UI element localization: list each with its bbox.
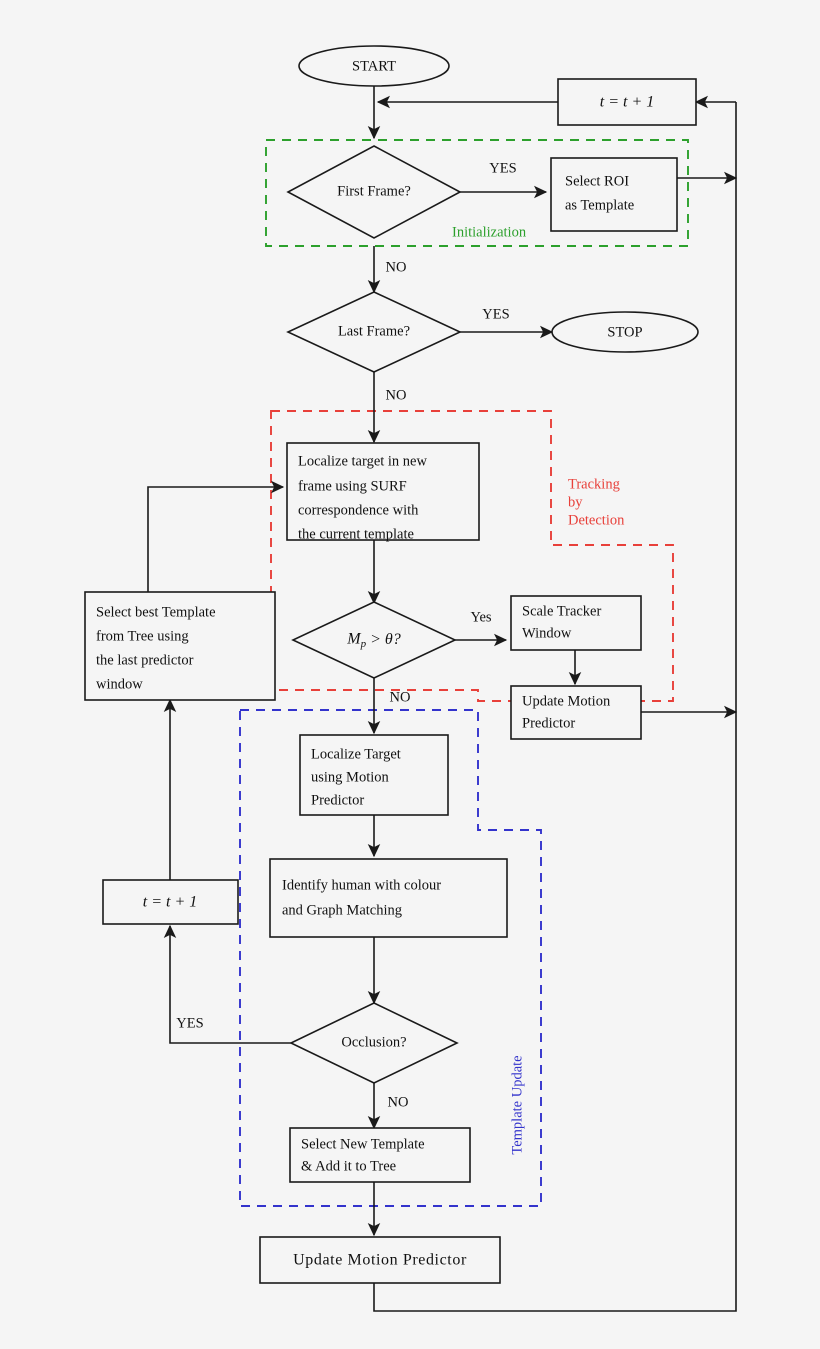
node-localize-surf-line3: correspondence with xyxy=(298,502,419,518)
node-select-best-template-line2: from Tree using xyxy=(96,628,189,644)
node-first-frame-label: First Frame? xyxy=(337,183,411,199)
node-localize-motion-line3: Predictor xyxy=(311,792,364,808)
node-select-roi-line2: as Template xyxy=(565,197,634,213)
node-localize-motion-line1: Localize Target xyxy=(311,746,401,762)
node-select-best-template-line3: the last predictor xyxy=(96,652,194,668)
node-select-new-template-line2: & Add it to Tree xyxy=(301,1158,396,1174)
node-t-increment-bottom-label: t = t + 1 xyxy=(143,894,197,911)
node-select-roi[interactable] xyxy=(550,157,678,232)
node-localize-motion-line2: using Motion xyxy=(311,769,389,785)
group-tracking-label-line1: Tracking xyxy=(568,476,620,492)
node-scale-tracker-line1: Scale Tracker xyxy=(522,603,601,619)
node-localize-surf-line4: the current template xyxy=(298,526,414,542)
group-tracking-label-line2: by xyxy=(568,494,583,510)
node-t-increment-top-label: t = t + 1 xyxy=(600,94,654,111)
node-start-label: START xyxy=(352,58,396,74)
node-update-motion-predictor-bottom-label: Update Motion Predictor xyxy=(293,1252,467,1269)
node-scale-tracker-line2: Window xyxy=(522,625,572,641)
edge-label-first-frame-no: NO xyxy=(386,259,407,275)
flowchart-svg: Initialization Tracking by Detection Tem… xyxy=(84,45,738,1312)
group-tracking-label-line3: Detection xyxy=(568,512,625,528)
node-update-motion-predictor-right-line1: Update Motion xyxy=(522,693,611,709)
edge-label-last-frame-no: NO xyxy=(386,387,407,403)
node-localize-surf-line1: Localize target in new xyxy=(298,453,427,469)
group-template-update-label: Template Update xyxy=(509,1055,525,1154)
node-occlusion-label: Occlusion? xyxy=(341,1034,406,1050)
edge-label-last-frame-yes: YES xyxy=(482,306,509,322)
edge-label-first-frame-yes: YES xyxy=(489,160,516,176)
group-initialization-label: Initialization xyxy=(452,224,527,240)
node-localize-surf-line2: frame using SURF xyxy=(298,478,407,494)
node-identify-human-line2: and Graph Matching xyxy=(282,902,402,918)
node-select-new-template-line1: Select New Template xyxy=(301,1136,425,1152)
node-identify-human-line1: Identify human with colour xyxy=(282,877,441,893)
edge-label-occlusion-no: NO xyxy=(388,1094,409,1110)
node-stop-label: STOP xyxy=(607,324,642,340)
edge-select-best-template-to-localize-surf xyxy=(147,480,285,592)
node-mp-threshold-label: Mp > θ? xyxy=(346,631,400,650)
edge-label-mp-yes: Yes xyxy=(470,609,491,625)
edge-label-occlusion-yes: YES xyxy=(176,1015,203,1031)
node-select-best-template-line4: window xyxy=(96,676,143,692)
edge-label-mp-no: NO xyxy=(390,689,411,705)
flowchart-page: Initialization Tracking by Detection Tem… xyxy=(0,0,820,1349)
node-select-best-template-line1: Select best Template xyxy=(96,604,216,620)
node-select-roi-line1: Select ROI xyxy=(565,173,629,189)
node-last-frame-label: Last Frame? xyxy=(338,323,410,339)
node-identify-human[interactable] xyxy=(269,858,508,938)
node-update-motion-predictor-right-line2: Predictor xyxy=(522,715,575,731)
